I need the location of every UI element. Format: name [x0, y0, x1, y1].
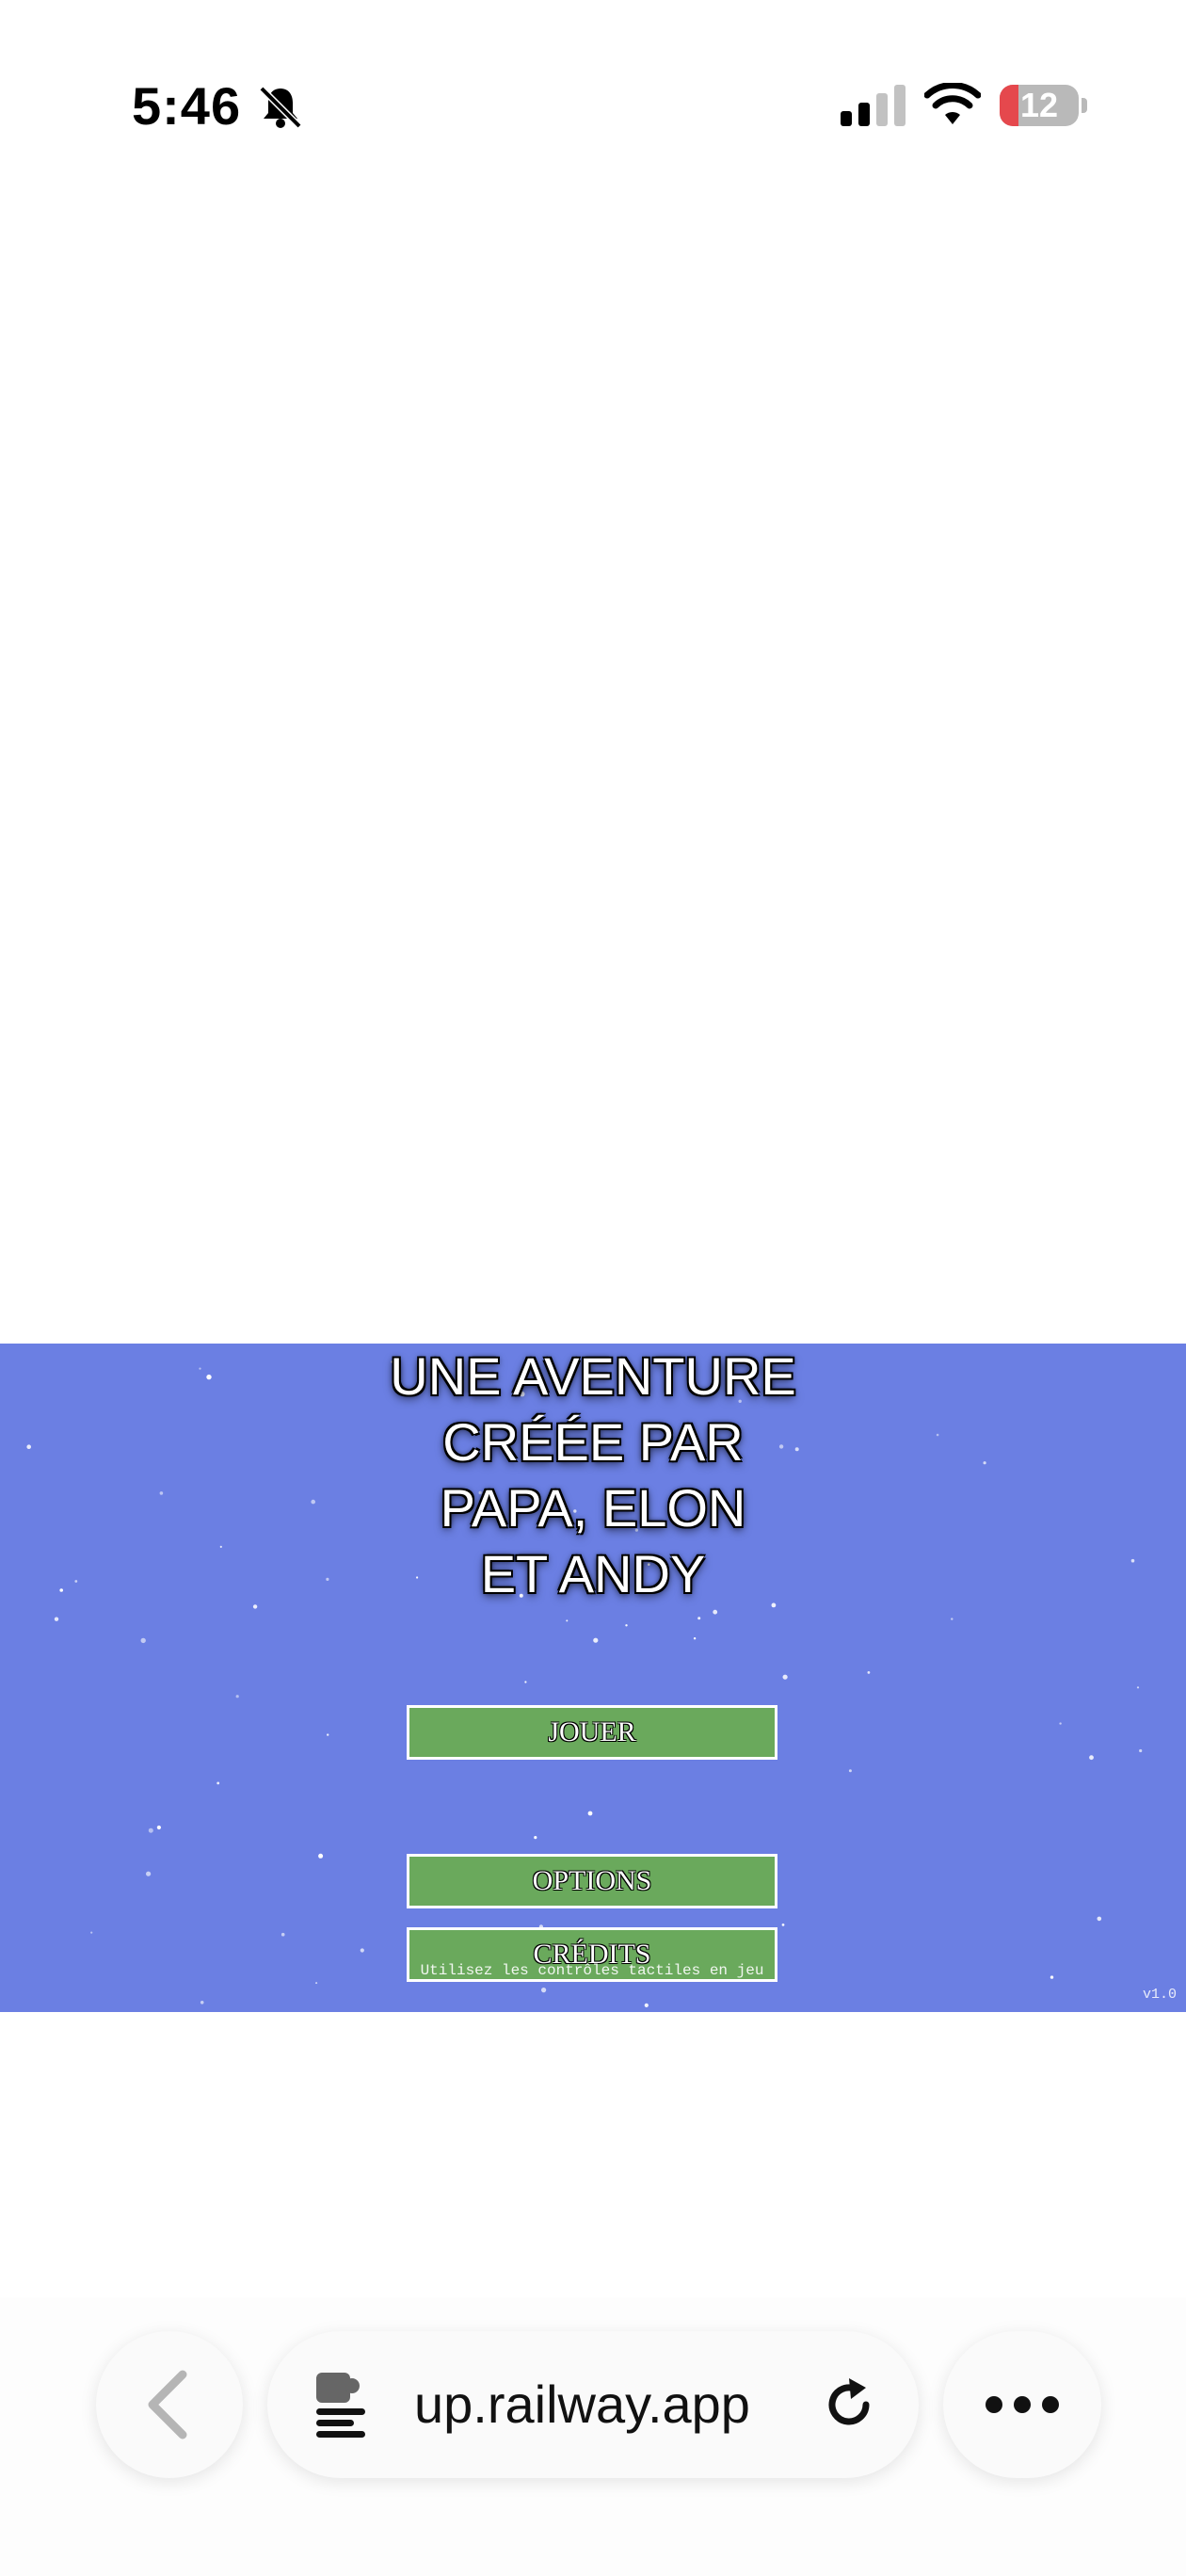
- title-line-2: CRÉÉE PAR: [442, 1412, 744, 1472]
- title-line-4: ET ANDY: [480, 1544, 706, 1603]
- star: [159, 1491, 164, 1495]
- back-button[interactable]: [96, 2331, 243, 2478]
- star: [146, 1871, 152, 1876]
- star: [318, 1853, 324, 1859]
- game-title: UNE AVENTURE CRÉÉE PAR PAPA, ELON ET AND…: [311, 1344, 875, 1607]
- more-options-button[interactable]: [943, 2331, 1101, 2478]
- star: [936, 1433, 939, 1437]
- star: [848, 1769, 852, 1773]
- reload-icon[interactable]: [819, 2375, 879, 2435]
- star: [1130, 1558, 1135, 1563]
- star: [534, 1836, 537, 1840]
- status-time: 5:46: [132, 76, 242, 136]
- play-button[interactable]: JOUER: [407, 1705, 777, 1760]
- star: [713, 1609, 718, 1615]
- star: [199, 1367, 201, 1370]
- version-label: v1.0: [1142, 1987, 1177, 2003]
- star: [781, 1924, 785, 1926]
- star: [90, 1931, 93, 1934]
- star: [206, 1374, 212, 1380]
- star: [252, 1604, 258, 1609]
- star: [1139, 1748, 1143, 1753]
- star: [1089, 1755, 1094, 1761]
- star: [867, 1671, 871, 1674]
- star: [219, 1545, 222, 1548]
- chevron-left-icon: [148, 2370, 187, 2439]
- star: [148, 1827, 153, 1833]
- star: [1097, 1916, 1102, 1922]
- star: [587, 1811, 593, 1816]
- address-bar[interactable]: up.railway.app: [267, 2331, 919, 2478]
- star: [782, 1674, 788, 1680]
- star: [360, 1948, 364, 1953]
- star: [327, 1733, 329, 1736]
- star: [1050, 1975, 1054, 1979]
- star: [216, 1781, 220, 1785]
- star: [26, 1444, 31, 1449]
- star: [315, 1982, 318, 1985]
- star: [280, 1932, 285, 1937]
- battery-level: 12: [1019, 86, 1059, 124]
- star: [625, 1624, 628, 1627]
- star: [983, 1461, 986, 1465]
- cellular-signal-icon: [841, 85, 906, 126]
- star: [697, 1617, 701, 1620]
- star: [74, 1580, 78, 1583]
- star: [59, 1588, 63, 1592]
- title-line-3: PAPA, ELON: [440, 1478, 746, 1538]
- wifi-icon: [924, 83, 981, 124]
- star: [566, 1619, 569, 1622]
- more-dots-icon: [986, 2396, 1059, 2413]
- star: [524, 1681, 527, 1683]
- silent-bell-icon: [259, 86, 302, 129]
- star: [140, 1637, 146, 1644]
- options-button[interactable]: OPTIONS: [407, 1854, 777, 1908]
- star: [593, 1637, 599, 1643]
- touch-controls-hint: Utilisez les contrôles tactiles en jeu: [420, 1962, 764, 1979]
- star: [644, 2003, 649, 2007]
- star: [200, 2001, 204, 2004]
- star: [54, 1617, 59, 1621]
- star: [693, 1637, 697, 1640]
- browser-toolbar: up.railway.app: [0, 2297, 1186, 2576]
- site-settings-icon: [316, 2373, 365, 2438]
- url-text: up.railway.app: [414, 2375, 750, 2434]
- game-canvas[interactable]: UNE AVENTURE CRÉÉE PAR PAPA, ELON ET AND…: [0, 1344, 1186, 2012]
- title-line-1: UNE AVENTURE: [390, 1346, 796, 1406]
- battery-icon: 12: [1000, 85, 1087, 126]
- status-bar: 5:46 12: [0, 0, 1186, 217]
- star: [1136, 1686, 1140, 1689]
- star: [951, 1618, 954, 1620]
- star: [1059, 1722, 1062, 1725]
- star: [541, 1988, 547, 1993]
- star: [156, 1825, 161, 1830]
- star: [235, 1695, 239, 1699]
